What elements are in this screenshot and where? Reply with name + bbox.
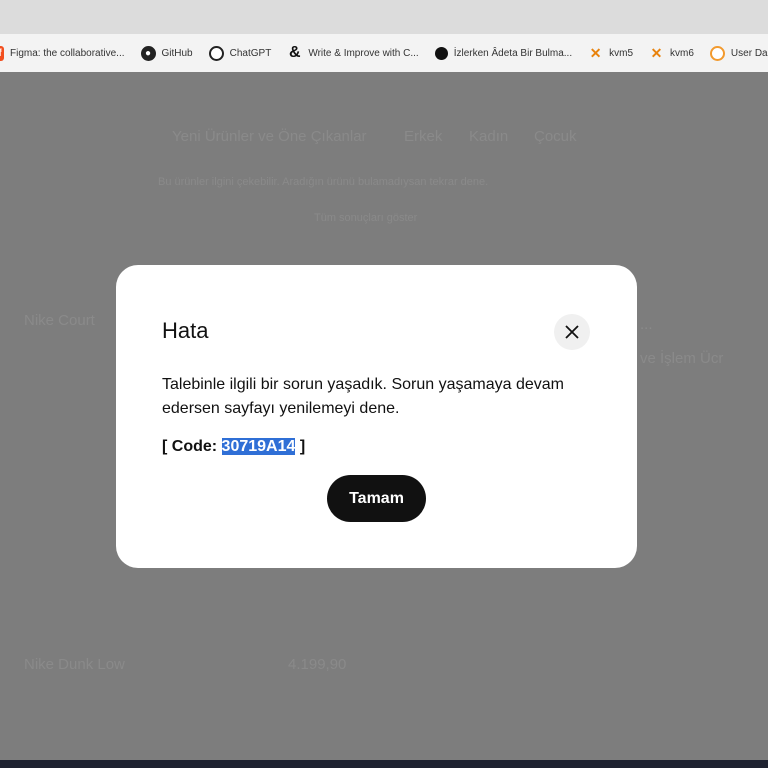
bg-nav-kids: Çocuk	[534, 128, 577, 145]
bg-line1: Bu ürünler ilgini çekebilir. Aradığın ür…	[158, 176, 489, 188]
bookmarks-bar: f Figma: the collaborative... ● GitHub C…	[0, 34, 768, 72]
dashboard-icon	[709, 45, 725, 61]
chatgpt-icon	[208, 45, 224, 61]
github-icon: ●	[140, 45, 156, 61]
figma-icon: f	[0, 45, 4, 61]
error-code: [ Code: 30719A14 ]	[162, 438, 305, 456]
kvm-x-icon: ✕	[650, 44, 663, 61]
bookmark-label: GitHub	[161, 47, 193, 59]
bookmark-kvm5[interactable]: ✕ kvm5	[588, 44, 634, 61]
error-dialog: Hata Talebinle ilgili bir sorun yaşadık.…	[116, 265, 637, 568]
bg-nav-women: Kadın	[469, 128, 509, 145]
taskbar-edge	[0, 760, 768, 768]
bg-right-text: ve İşlem Ücr	[640, 350, 724, 367]
bg-line2: Tüm sonuçları göster	[314, 212, 418, 224]
bg-nav-men: Erkek	[404, 128, 443, 145]
bookmark-label: User Dash	[730, 47, 768, 59]
kvm-x-icon: ✕	[589, 44, 602, 61]
bookmark-github[interactable]: ● GitHub	[140, 45, 193, 61]
bookmark-label: ChatGPT	[229, 47, 272, 59]
bg-right-label: ...	[640, 316, 653, 333]
code-value[interactable]: 30719A14	[221, 438, 296, 455]
bookmark-label: kvm5	[609, 47, 634, 59]
bg-product2: Nike Dunk Low	[24, 656, 125, 673]
bookmark-user-dash[interactable]: User Dash	[709, 45, 768, 61]
code-prefix: [ Code:	[162, 438, 222, 455]
bookmark-kvm6[interactable]: ✕ kvm6	[649, 44, 694, 61]
ampersand-icon: &	[289, 44, 301, 61]
error-message: Talebinle ilgili bir sorun yaşadık. Soru…	[162, 376, 564, 417]
close-button[interactable]	[554, 314, 590, 350]
bg-price: 4.199,90	[288, 656, 347, 673]
ok-button[interactable]: Tamam	[327, 475, 426, 522]
code-suffix: ]	[295, 438, 306, 455]
bg-product1: Nike Court	[24, 312, 95, 329]
bg-nav-new: Yeni Ürünler ve Öne Çıkanlar	[172, 128, 367, 145]
bookmark-label: İzlerken Âdeta Bir Bulma...	[453, 47, 573, 59]
speech-bubble-icon	[434, 46, 448, 60]
bookmark-label: Figma: the collaborative...	[10, 47, 125, 59]
bookmark-figma[interactable]: f Figma: the collaborative...	[0, 45, 125, 61]
bookmark-chatgpt[interactable]: ChatGPT	[208, 45, 272, 61]
bookmark-izlerken[interactable]: İzlerken Âdeta Bir Bulma...	[434, 46, 573, 60]
close-icon	[565, 325, 579, 339]
dialog-title: Hata	[162, 318, 209, 343]
bookmark-label: Write & Improve with C...	[308, 47, 419, 59]
browser-top-strip	[0, 0, 768, 34]
bookmark-label: kvm6	[670, 47, 694, 59]
bookmark-write-improve[interactable]: & Write & Improve with C...	[287, 44, 419, 61]
